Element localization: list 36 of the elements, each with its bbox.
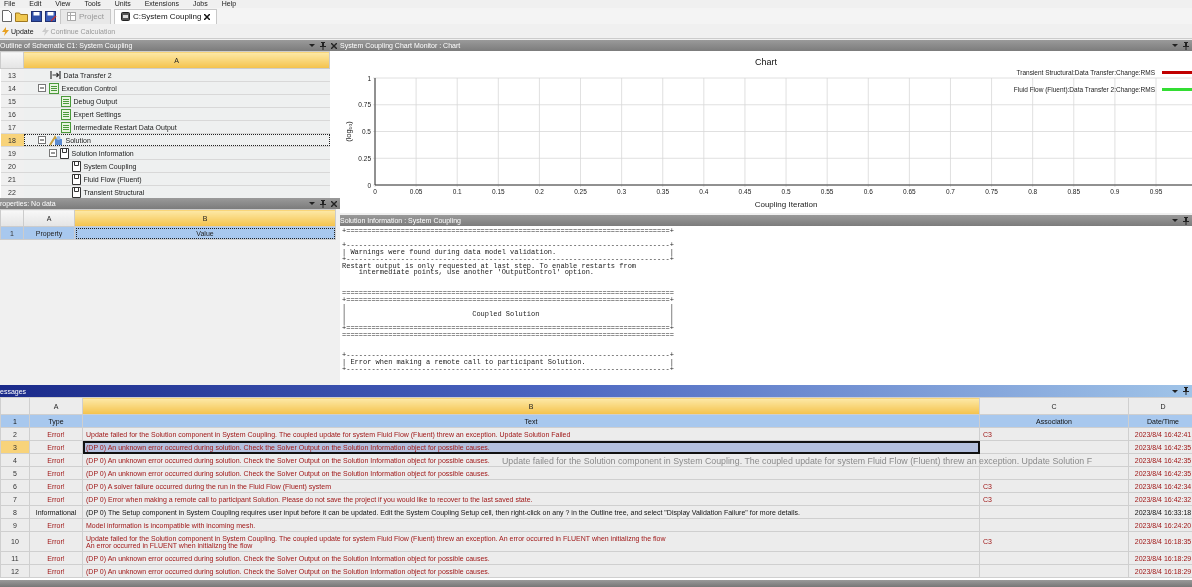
- collapse-icon[interactable]: [37, 136, 46, 144]
- pin-icon[interactable]: [320, 199, 326, 208]
- pin-icon[interactable]: [1183, 41, 1189, 50]
- document-icon: [59, 147, 69, 159]
- pin-icon[interactable]: [1183, 216, 1189, 225]
- dropdown-icon[interactable]: [309, 43, 315, 48]
- dropdown-icon[interactable]: [1172, 218, 1178, 223]
- document-icon: [71, 160, 81, 172]
- settings-sheet-icon: [60, 121, 71, 133]
- pin-icon[interactable]: [320, 41, 326, 50]
- close-icon[interactable]: [204, 13, 211, 20]
- system-icon: [120, 12, 130, 21]
- tab[interactable]: C:System Coupling: [113, 8, 218, 24]
- save-as-icon[interactable]: [45, 10, 57, 22]
- x-axis-label: Coupling Iteration: [754, 200, 818, 209]
- transfer-icon: [49, 71, 61, 79]
- chart-title: Chart: [755, 57, 777, 67]
- dropdown-icon[interactable]: [309, 201, 315, 206]
- lightning-icon: [2, 26, 9, 36]
- save-icon[interactable]: [31, 10, 42, 22]
- collapse-icon[interactable]: [48, 149, 57, 157]
- collapse-icon[interactable]: [37, 84, 46, 92]
- dropdown-icon[interactable]: [1172, 43, 1178, 48]
- new-file-icon[interactable]: [2, 10, 12, 22]
- pin-icon[interactable]: [1183, 387, 1189, 395]
- dropdown-icon[interactable]: [1172, 388, 1178, 394]
- folder-icon[interactable]: [15, 10, 28, 22]
- document-icon: [71, 173, 81, 185]
- document-icon: [71, 186, 81, 198]
- tooltip-text: Update failed for the Solution component in System Coupling. The coupled update for system Fluid Flow (Fluent) threw an exception. Update Solution F: [502, 456, 1093, 466]
- lightning-icon: [41, 26, 49, 36]
- grid-icon: [67, 12, 76, 21]
- settings-sheet-icon: [60, 95, 71, 107]
- solution-icon: [48, 134, 63, 146]
- settings-sheet-icon: [60, 108, 71, 120]
- settings-sheet-icon: [48, 82, 59, 94]
